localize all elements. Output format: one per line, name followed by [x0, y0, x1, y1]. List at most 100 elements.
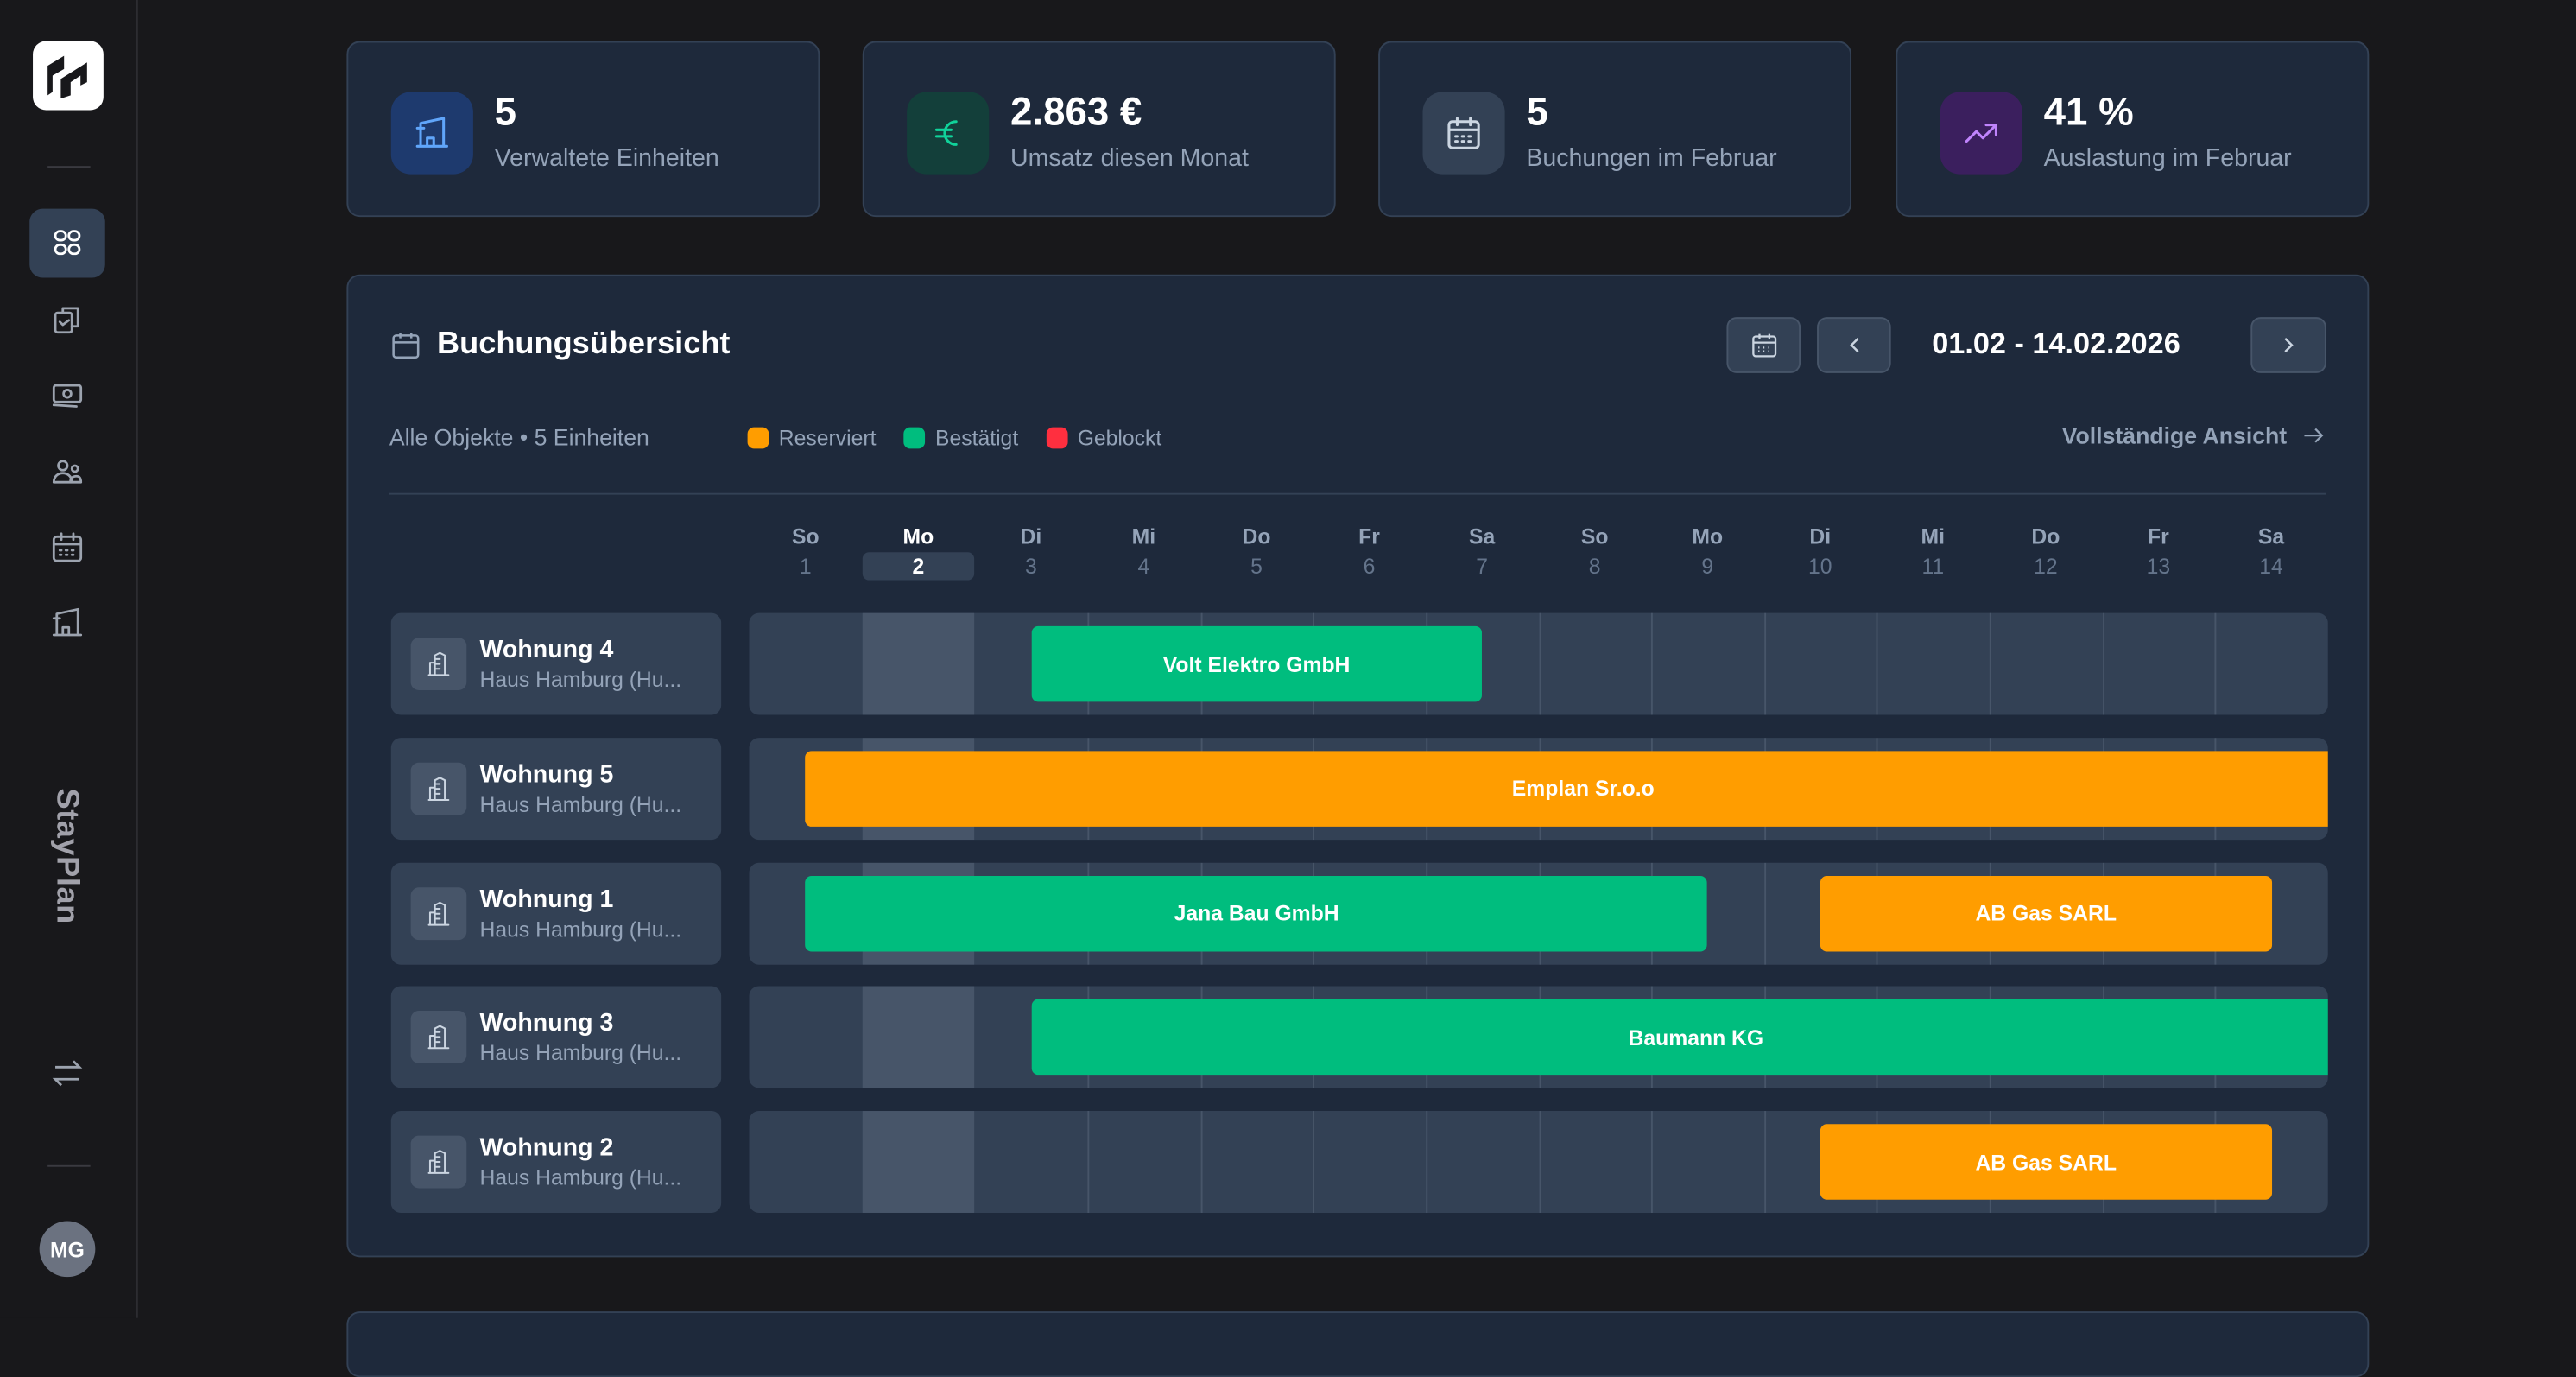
stat-icon-box — [1940, 92, 2022, 175]
stat-card: 5 Verwaltete Einheiten — [346, 41, 820, 218]
day-header: So 8 — [1538, 524, 1651, 581]
legend-swatch — [1046, 427, 1068, 449]
scope-label: Alle Objekte • 5 Einheiten — [389, 423, 649, 451]
date-range: 01.02 - 14.02.2026 — [1932, 327, 2180, 360]
building-icon — [52, 607, 83, 637]
booking-bar[interactable]: Volt Elektro GmbH — [1030, 625, 1483, 702]
day-number: 14 — [2259, 554, 2283, 579]
sidebar-item-banknote[interactable] — [29, 360, 105, 429]
unit-timeline: Jana Bau GmbH AB Gas SARL — [749, 861, 2328, 964]
booking-guest: Emplan Sr.o.o — [1511, 776, 1655, 802]
day-name: Mo — [1692, 524, 1724, 549]
day-header: Mi 11 — [1877, 524, 1990, 581]
arrows-swap-icon — [52, 1060, 83, 1087]
sidebar-divider — [47, 166, 91, 168]
unit-property: Haus Hamburg (Hu... — [479, 667, 682, 692]
legend-label: Bestätigt — [934, 425, 1019, 451]
unit-timeline: Emplan Sr.o.o — [749, 737, 2328, 840]
unit-label[interactable]: Wohnung 1 Haus Hamburg (Hu... — [390, 861, 722, 964]
arrow-right-icon — [2304, 428, 2324, 443]
grid-line — [1538, 612, 1541, 715]
day-name: Di — [1809, 524, 1832, 549]
calendar-icon — [52, 532, 83, 562]
previous-period-button[interactable] — [1817, 317, 1891, 373]
day-name: Sa — [2257, 524, 2285, 549]
grid-line — [1763, 612, 1766, 715]
legend-item: Geblockt — [1046, 425, 1162, 451]
day-number: 8 — [1588, 554, 1601, 579]
unit-label[interactable]: Wohnung 3 Haus Hamburg (Hu... — [390, 987, 722, 1089]
legend-swatch — [747, 427, 769, 449]
day-header: Mi 4 — [1087, 524, 1200, 581]
avatar[interactable]: MG — [39, 1221, 96, 1278]
calendar-icon — [1447, 117, 1480, 149]
booking-bar[interactable]: Jana Bau GmbH — [805, 875, 1708, 951]
next-period-button[interactable] — [2250, 317, 2326, 373]
unit-icon-box — [410, 886, 467, 940]
unit-label[interactable]: Wohnung 5 Haus Hamburg (Hu... — [390, 737, 722, 840]
date-picker-button[interactable] — [1726, 317, 1801, 373]
calendar-icon — [392, 333, 420, 359]
grid-line — [1087, 1111, 1090, 1214]
grid-line — [1199, 1111, 1202, 1214]
unit-property: Haus Hamburg (Hu... — [479, 916, 682, 942]
sidebar-divider — [47, 1164, 91, 1167]
day-number: 13 — [2146, 554, 2171, 579]
day-number: 7 — [1476, 554, 1488, 579]
unit-icon-box — [410, 638, 467, 691]
booking-bar[interactable]: Emplan Sr.o.o — [805, 751, 2328, 827]
unit-name: Wohnung 2 — [479, 1134, 614, 1163]
unit-property: Haus Hamburg (Hu... — [479, 1165, 682, 1190]
sidebar: StayPlan MG — [0, 0, 138, 1318]
today-column — [862, 1111, 975, 1214]
unit-name: Wohnung 1 — [479, 885, 614, 913]
next-panel — [346, 1311, 2370, 1377]
grid-line — [1426, 1111, 1427, 1214]
sidebar-item-dashboard-grid[interactable] — [29, 208, 105, 278]
booking-guest: Volt Elektro GmbH — [1162, 651, 1351, 676]
day-header: Mo 2 — [862, 524, 975, 581]
grid-line — [1651, 612, 1654, 715]
today-column — [862, 987, 975, 1089]
stat-icon-box — [390, 92, 473, 175]
day-header: So 1 — [750, 524, 863, 581]
day-number: 3 — [1024, 554, 1037, 579]
legend: Reserviert Bestätigt Geblockt — [747, 425, 1162, 451]
grid-line — [1989, 612, 1991, 715]
sidebar-item-building[interactable] — [29, 588, 105, 657]
booking-bar[interactable]: AB Gas SARL — [1820, 875, 2272, 951]
calendar-icon — [1751, 333, 1776, 358]
booking-guest: Baumann KG — [1628, 1025, 1764, 1050]
banknote-icon — [52, 384, 83, 408]
booking-bar[interactable]: AB Gas SARL — [1820, 1124, 2272, 1201]
stat-card: 5 Buchungen im Februar — [1378, 41, 1852, 218]
stat-label: Umsatz diesen Monat — [1010, 144, 1249, 173]
booking-guest: Jana Bau GmbH — [1174, 900, 1339, 926]
unit-timeline: Baumann KG — [749, 987, 2328, 1089]
day-name: Do — [1242, 524, 1271, 549]
sidebar-item-calendar[interactable] — [29, 513, 105, 582]
full-view-label: Vollständige Ansicht — [2061, 422, 2288, 449]
clipboard-check-icon — [54, 307, 79, 334]
today-column — [862, 612, 975, 715]
logo-mark-icon — [47, 55, 86, 99]
grid-line — [2102, 612, 2104, 715]
day-header: Fr 13 — [2102, 524, 2215, 581]
legend-label: Geblockt — [1077, 425, 1162, 451]
unit-icon — [427, 651, 450, 676]
unit-property: Haus Hamburg (Hu... — [479, 1040, 682, 1066]
full-view-link[interactable]: Vollständige Ansicht — [2062, 422, 2326, 448]
app-logo[interactable] — [33, 41, 104, 111]
sidebar-item-users[interactable] — [29, 437, 105, 506]
stat-label: Verwaltete Einheiten — [494, 144, 719, 173]
unit-label[interactable]: Wohnung 4 Haus Hamburg (Hu... — [390, 612, 722, 715]
stat-value: 5 — [494, 90, 517, 135]
sidebar-item-clipboard-check[interactable] — [29, 284, 105, 353]
unit-icon — [427, 1150, 450, 1175]
booking-bar[interactable]: Baumann KG — [1030, 999, 2328, 1076]
stat-card: 41 % Auslastung im Februar — [1896, 41, 2370, 218]
switch-account-button[interactable] — [29, 1038, 105, 1107]
unit-label[interactable]: Wohnung 2 Haus Hamburg (Hu... — [390, 1111, 722, 1214]
unit-name: Wohnung 3 — [479, 1009, 614, 1038]
stat-value: 5 — [1526, 90, 1548, 135]
